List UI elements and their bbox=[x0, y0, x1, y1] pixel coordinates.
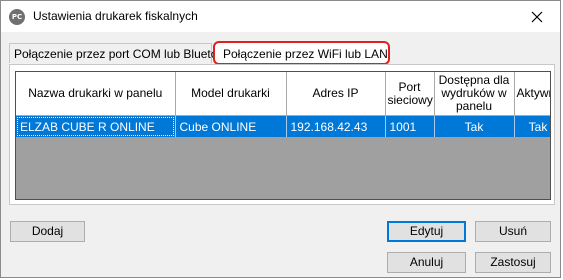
cell-port[interactable]: 1001 bbox=[385, 115, 435, 137]
dialog-window: PC Ustawienia drukarek fiskalnych Połącz… bbox=[0, 0, 561, 278]
tab-wifi-lan[interactable]: Połączenie przez WiFi lub LAN bbox=[213, 41, 390, 65]
column-header-name[interactable]: Nazwa drukarki w panelu bbox=[16, 72, 176, 116]
column-header-available[interactable]: Dostępna dla wydruków w panelu bbox=[434, 72, 515, 116]
tab-strip: Połączenie przez port COM lub Bluetooth … bbox=[9, 41, 557, 65]
cell-name[interactable]: ELZAB CUBE R ONLINE bbox=[16, 115, 176, 137]
cell-available[interactable]: Tak bbox=[434, 115, 515, 137]
column-header-model[interactable]: Model drukarki bbox=[175, 72, 287, 116]
table-row[interactable]: ELZAB CUBE R ONLINE Cube ONLINE 192.168.… bbox=[16, 115, 550, 137]
tab-panel: Nazwa drukarki w panelu Model drukarki A… bbox=[9, 64, 555, 205]
cell-active[interactable]: Tak bbox=[514, 115, 550, 137]
printers-grid[interactable]: Nazwa drukarki w panelu Model drukarki A… bbox=[15, 71, 551, 200]
cancel-button[interactable]: Anuluj bbox=[387, 252, 466, 273]
printers-table: Nazwa drukarki w panelu Model drukarki A… bbox=[16, 72, 550, 137]
window-title: Ustawienia drukarek fiskalnych bbox=[33, 9, 198, 23]
tab-com-bluetooth[interactable]: Połączenie przez port COM lub Bluetooth bbox=[9, 43, 234, 63]
delete-button[interactable]: Usuń bbox=[475, 221, 551, 242]
cell-ip[interactable]: 192.168.42.43 bbox=[286, 115, 386, 137]
cell-model[interactable]: Cube ONLINE bbox=[175, 115, 287, 137]
close-button[interactable] bbox=[514, 1, 560, 32]
add-button[interactable]: Dodaj bbox=[10, 221, 85, 242]
app-icon: PC bbox=[9, 9, 25, 25]
title-bar: PC Ustawienia drukarek fiskalnych bbox=[1, 1, 560, 32]
column-header-port[interactable]: Port sieciowy bbox=[385, 72, 435, 116]
column-header-ip[interactable]: Adres IP bbox=[286, 72, 386, 116]
edit-button[interactable]: Edytuj bbox=[387, 221, 466, 242]
close-icon bbox=[531, 11, 543, 22]
column-header-active[interactable]: Aktywna bbox=[514, 72, 550, 116]
apply-button[interactable]: Zastosuj bbox=[475, 252, 551, 273]
header-row: Nazwa drukarki w panelu Model drukarki A… bbox=[16, 72, 550, 116]
